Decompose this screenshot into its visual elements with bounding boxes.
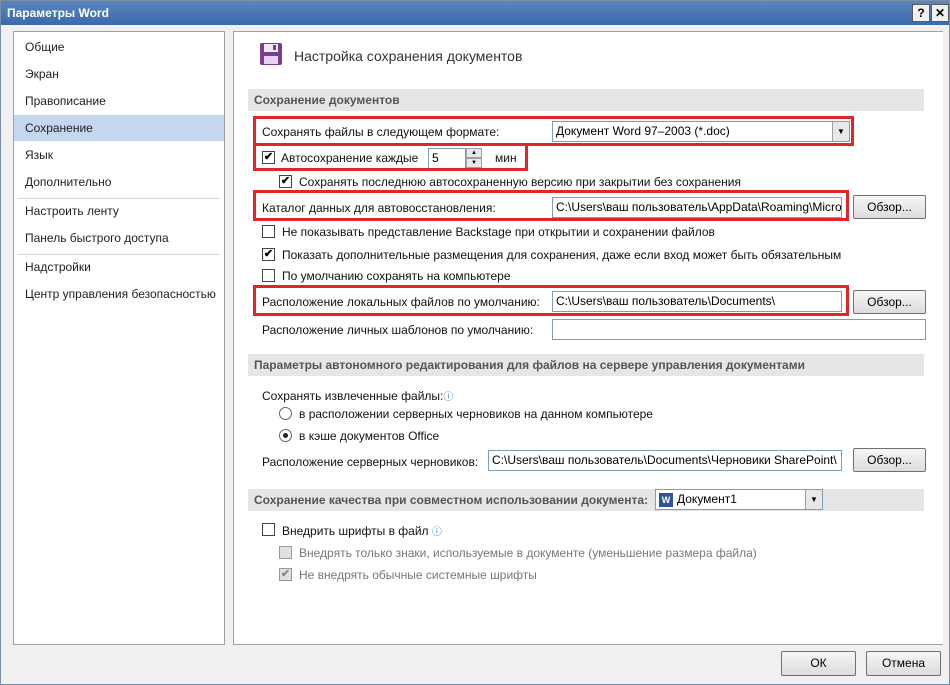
autorecover-path-value: C:\Users\ваш пользователь\AppData\Roamin…	[556, 200, 842, 214]
content-panel: Настройка сохранения документов Сохранен…	[233, 31, 943, 645]
server-drafts-path-value: C:\Users\ваш пользователь\Documents\Черн…	[492, 453, 837, 467]
no-backstage-label: Не показывать представление Backstage пр…	[282, 225, 715, 239]
autosave-checkbox[interactable]: ✔	[262, 151, 275, 164]
radio-server-drafts-label: в расположении серверных черновиков на д…	[299, 407, 653, 421]
autosave-minutes-input[interactable]: 5	[428, 148, 466, 169]
no-system-fonts-checkbox: ✔	[279, 568, 292, 581]
close-icon: ✕	[934, 6, 946, 20]
format-dropdown[interactable]: Документ Word 97–2003 (*.doc) ▼	[552, 121, 850, 142]
save-local-label: По умолчанию сохранять на компьютере	[282, 269, 511, 283]
show-places-checkbox[interactable]: ✔	[262, 248, 275, 261]
save-checked-out-label: Сохранять извлеченные файлы:ⓘ	[262, 389, 454, 403]
save-local-checkbox[interactable]	[262, 269, 275, 282]
autorecover-label: Каталог данных для автовосстановления:	[262, 201, 496, 215]
radio-office-cache[interactable]	[279, 429, 292, 442]
sidebar: Общие Экран Правописание Сохранение Язык…	[13, 31, 225, 645]
autorecover-path-input[interactable]: C:\Users\ваш пользователь\AppData\Roamin…	[552, 197, 842, 218]
server-drafts-browse-button[interactable]: Обзор...	[853, 448, 926, 472]
info-icon: ⓘ	[431, 527, 442, 538]
local-files-label: Расположение локальных файлов по умолчан…	[262, 295, 540, 309]
page-title: Настройка сохранения документов	[294, 48, 523, 64]
local-files-path-input[interactable]: C:\Users\ваш пользователь\Documents\	[552, 291, 842, 312]
sidebar-item-quick-access[interactable]: Панель быстрого доступа	[14, 225, 224, 251]
autosave-label: Автосохранение каждые	[281, 151, 419, 165]
info-icon: ⓘ	[443, 392, 454, 403]
close-button[interactable]: ✕	[931, 4, 949, 22]
save-icon	[260, 43, 282, 65]
embed-fonts-label: Внедрить шрифты в файл ⓘ	[282, 524, 442, 538]
keep-last-checkbox[interactable]: ✔	[279, 175, 292, 188]
server-drafts-label: Расположение серверных черновиков:	[262, 455, 479, 469]
embed-used-only-checkbox	[279, 546, 292, 559]
word-document-icon: W	[659, 492, 673, 507]
format-value: Документ Word 97–2003 (*.doc)	[556, 124, 730, 138]
fidelity-document-dropdown[interactable]: W Документ1 ▼	[655, 489, 823, 510]
no-system-fonts-label: Не внедрять обычные системные шрифты	[299, 568, 537, 582]
options-dialog: Параметры Word ? ✕ Общие Экран Правописа…	[0, 0, 950, 685]
server-drafts-path-input[interactable]: C:\Users\ваш пользователь\Documents\Черн…	[488, 450, 842, 471]
templates-label: Расположение личных шаблонов по умолчани…	[262, 323, 534, 337]
check-icon: ✔	[280, 568, 291, 580]
templates-path-input[interactable]	[552, 319, 926, 340]
help-icon: ?	[917, 6, 925, 20]
embed-used-only-label: Внедрять только знаки, используемые в до…	[299, 546, 757, 560]
chevron-down-icon: ▼	[832, 122, 849, 141]
autosave-minutes-value: 5	[432, 151, 439, 165]
window-title: Параметры Word	[7, 6, 109, 20]
ok-button[interactable]: ОК	[781, 651, 856, 676]
autorecover-browse-button[interactable]: Обзор...	[853, 195, 926, 219]
check-icon: ✔	[263, 248, 274, 260]
sidebar-item-display[interactable]: Экран	[14, 61, 224, 87]
cancel-button[interactable]: Отмена	[866, 651, 941, 676]
sidebar-item-advanced[interactable]: Дополнительно	[14, 169, 224, 195]
fidelity-document-value: Документ1	[677, 492, 737, 506]
format-label: Сохранять файлы в следующем формате:	[262, 125, 500, 139]
sidebar-item-language[interactable]: Язык	[14, 142, 224, 168]
autosave-spinner[interactable]: ▲ ▼	[466, 148, 482, 168]
keep-last-label: Сохранять последнюю автосохраненную верс…	[299, 175, 741, 189]
sidebar-item-addins[interactable]: Надстройки	[14, 254, 224, 280]
chevron-down-icon: ▼	[805, 490, 822, 509]
spin-down-icon[interactable]: ▼	[466, 158, 482, 168]
sidebar-item-trust-center[interactable]: Центр управления безопасностью	[14, 281, 224, 307]
section-header-offline: Параметры автономного редактирования для…	[248, 354, 924, 376]
radio-office-cache-label: в кэше документов Office	[299, 429, 440, 443]
autosave-unit: мин	[495, 151, 517, 165]
sidebar-item-general[interactable]: Общие	[14, 34, 224, 60]
spin-up-icon[interactable]: ▲	[466, 148, 482, 158]
show-places-label: Показать дополнительные размещения для с…	[282, 248, 842, 262]
local-files-browse-button[interactable]: Обзор...	[853, 290, 926, 314]
check-icon: ✔	[263, 151, 274, 163]
title-bar: Параметры Word	[1, 1, 949, 25]
sidebar-item-save[interactable]: Сохранение	[14, 115, 224, 141]
radio-server-drafts[interactable]	[279, 407, 292, 420]
section-header-save: Сохранение документов	[248, 89, 924, 111]
check-icon: ✔	[280, 175, 291, 187]
sidebar-item-proofing[interactable]: Правописание	[14, 88, 224, 114]
sidebar-item-customize-ribbon[interactable]: Настроить ленту	[14, 198, 224, 224]
no-backstage-checkbox[interactable]	[262, 225, 275, 238]
local-files-path-value: C:\Users\ваш пользователь\Documents\	[556, 294, 775, 308]
embed-fonts-checkbox[interactable]	[262, 523, 275, 536]
help-button[interactable]: ?	[912, 4, 930, 22]
